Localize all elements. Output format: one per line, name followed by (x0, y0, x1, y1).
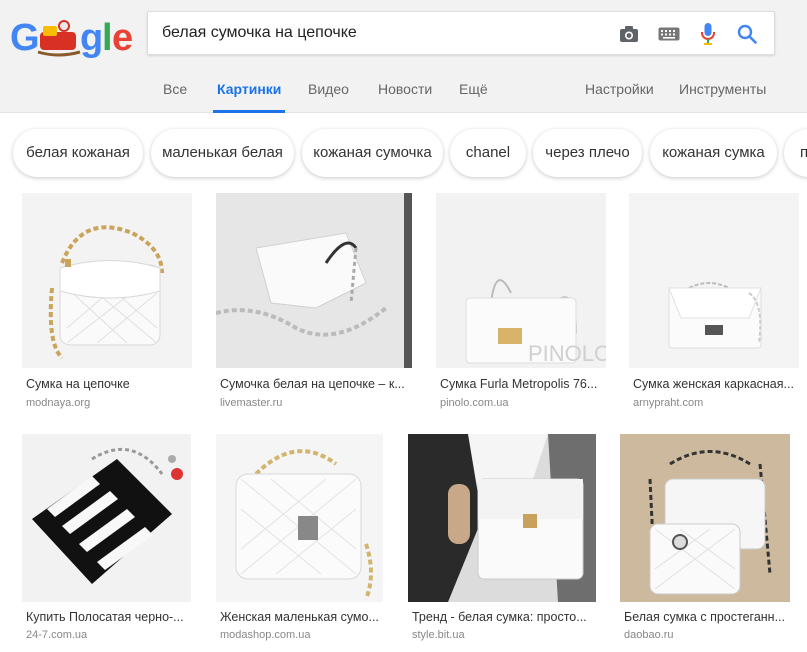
chip-chanel[interactable]: chanel (450, 129, 526, 177)
svg-text:l: l (102, 17, 113, 59)
result-caption: Купить Полосатая черно-... (26, 610, 184, 624)
tab-images[interactable]: Картинки (213, 66, 286, 113)
svg-text:G: G (10, 17, 40, 59)
result-caption: Тренд - белая сумка: просто... (412, 610, 587, 624)
google-logo[interactable]: G g l e (10, 14, 135, 60)
result-item[interactable]: Сумка на цепочке modnaya.org (22, 193, 192, 413)
result-source: style.bit.ua (412, 629, 465, 641)
tab-video[interactable]: Видео (308, 66, 349, 113)
result-thumbnail[interactable]: PINOLO (436, 193, 606, 368)
chip-small-white[interactable]: маленькая белая (151, 129, 294, 177)
chip-partial[interactable]: п (784, 129, 807, 177)
result-caption: Сумочка белая на цепочке – к... (220, 377, 405, 391)
result-thumbnail[interactable] (620, 434, 790, 602)
result-source: arnypraht.com (633, 397, 704, 409)
result-item[interactable]: Сумка женская каркасная... arnypraht.com (629, 193, 799, 413)
result-thumbnail[interactable] (22, 434, 191, 602)
result-thumbnail[interactable] (216, 434, 383, 602)
result-caption: Сумка женская каркасная... (633, 377, 794, 391)
watermark: PINOLO (528, 341, 606, 366)
search-tabs: Все Картинки Видео Новости Ещё Настройки… (0, 66, 807, 113)
chip-leather-bag[interactable]: кожаная сумка (650, 129, 777, 177)
camera-icon[interactable] (617, 22, 641, 46)
google-doodle-icon: G g l e (10, 17, 133, 59)
result-thumbnail[interactable] (629, 193, 799, 368)
result-caption: Сумка Furla Metropolis 76... (440, 377, 598, 391)
result-caption: Женская маленькая сумо... (220, 610, 379, 624)
result-thumbnail[interactable] (216, 193, 412, 368)
result-source: modashop.com.ua (220, 629, 311, 641)
tab-all[interactable]: Все (163, 66, 187, 113)
result-thumbnail[interactable] (22, 193, 192, 368)
search-box (147, 11, 775, 55)
chip-over-shoulder[interactable]: через плечо (533, 129, 642, 177)
result-source: daobao.ru (624, 629, 674, 641)
result-item[interactable]: Белая сумка с простеганн... daobao.ru (620, 434, 790, 644)
result-source: modnaya.org (26, 397, 91, 409)
tab-tools[interactable]: Инструменты (679, 66, 766, 113)
svg-text:e: e (112, 17, 133, 59)
result-item[interactable]: PINOLO Сумка Furla Metropolis 76... pino… (436, 193, 606, 413)
related-searches-chips: белая кожаная маленькая белая кожаная су… (0, 113, 807, 193)
chip-white-leather[interactable]: белая кожаная (13, 129, 143, 177)
tab-more[interactable]: Ещё (459, 66, 488, 113)
result-thumbnail[interactable] (408, 434, 596, 602)
result-source: pinolo.com.ua (440, 397, 509, 409)
result-caption: Белая сумка с простеганн... (624, 610, 785, 624)
result-item[interactable]: Женская маленькая сумо... modashop.com.u… (216, 434, 383, 644)
result-caption: Сумка на цепочке (26, 377, 130, 391)
svg-text:g: g (80, 17, 103, 59)
header: G g l e Все Картинки Видео Новости (0, 0, 807, 113)
microphone-icon[interactable] (696, 22, 720, 46)
chip-leather-handbag[interactable]: кожаная сумочка (302, 129, 443, 177)
tab-settings[interactable]: Настройки (585, 66, 654, 113)
result-item[interactable]: Купить Полосатая черно-... 24-7.com.ua (22, 434, 191, 644)
result-source: 24-7.com.ua (26, 629, 88, 641)
keyboard-icon[interactable] (657, 22, 681, 46)
tab-news[interactable]: Новости (378, 66, 432, 113)
result-source: livemaster.ru (220, 397, 283, 409)
search-icon[interactable] (735, 22, 759, 46)
result-item[interactable]: Тренд - белая сумка: просто... style.bit… (408, 434, 596, 644)
result-item[interactable]: Сумочка белая на цепочке – к... livemast… (216, 193, 412, 413)
search-input[interactable] (162, 12, 602, 54)
